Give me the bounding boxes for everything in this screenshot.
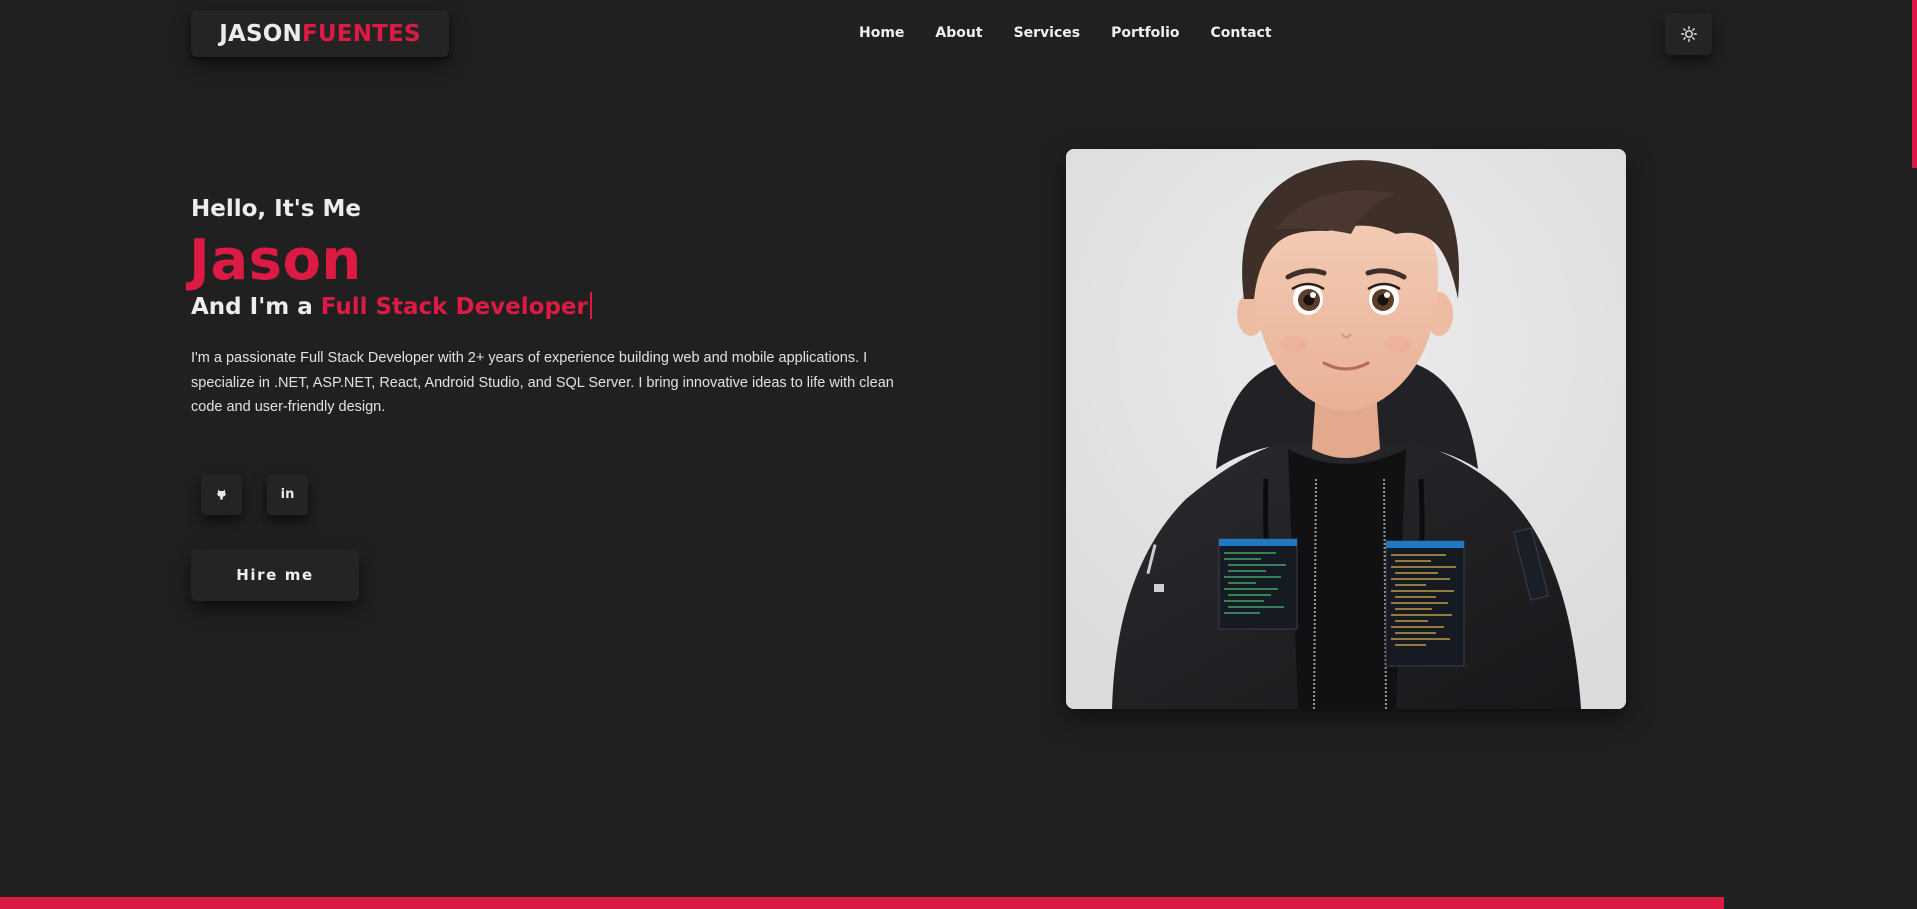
role-highlight: Full Stack Developer (320, 294, 588, 320)
nav-services[interactable]: Services (1014, 25, 1081, 41)
linkedin-icon: in (280, 487, 295, 502)
nav-about[interactable]: About (935, 25, 982, 41)
hero-greeting: Hello, It's Me (191, 196, 361, 222)
github-icon (217, 489, 226, 500)
hero-name: Jason (189, 228, 362, 293)
nav-contact[interactable]: Contact (1211, 25, 1272, 41)
theme-toggle-button[interactable] (1665, 13, 1712, 55)
nav-portfolio[interactable]: Portfolio (1111, 25, 1179, 41)
site-logo[interactable]: JASON FUENTES (191, 10, 449, 57)
role-prefix: And I'm a (191, 294, 321, 320)
bottom-accent-bar (0, 897, 1724, 909)
hero-bio: I'm a passionate Full Stack Developer wi… (191, 350, 894, 415)
typing-cursor (589, 292, 592, 319)
logo-last-name: FUENTES (302, 20, 421, 47)
main-nav: Home About Services Portfolio Contact (859, 25, 1272, 41)
github-button[interactable] (201, 474, 242, 515)
hero-role: And I'm a Full Stack Developer (191, 292, 592, 320)
nav-home[interactable]: Home (859, 25, 904, 41)
logo-first-name: JASON (219, 20, 302, 47)
sun-icon (1680, 26, 1697, 42)
scroll-indicator (1912, 0, 1917, 168)
hire-me-button[interactable]: Hire me (191, 549, 359, 601)
linkedin-button[interactable]: in (267, 474, 308, 515)
profile-image (1066, 149, 1626, 709)
